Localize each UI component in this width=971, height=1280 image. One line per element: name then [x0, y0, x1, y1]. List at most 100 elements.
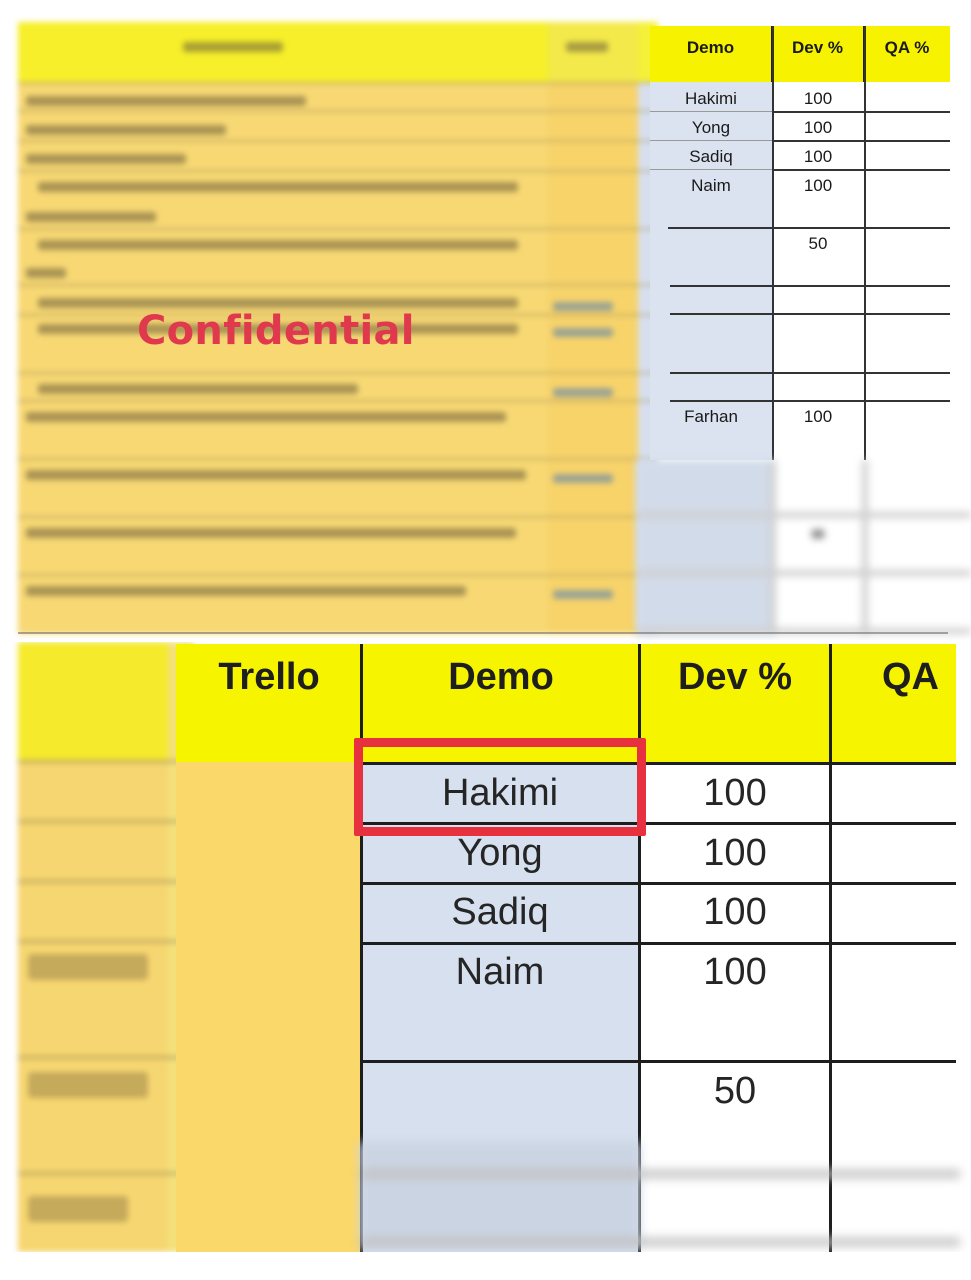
blurred-text — [28, 954, 148, 980]
blurred-text — [38, 384, 358, 394]
row-line — [650, 169, 772, 170]
blurred-row-line — [18, 170, 658, 172]
row-line — [670, 400, 950, 402]
blurred-row-line — [18, 940, 194, 943]
blurred-row-line — [18, 372, 658, 374]
blurred-link — [553, 590, 613, 599]
header-cell-trello: Trello — [176, 644, 362, 762]
top-screenshot-panel: Confidential Demo Dev % QA % Hakimi 100 … — [0, 0, 971, 640]
blurred-text — [26, 586, 466, 596]
blurred-text — [26, 125, 226, 135]
row-line — [772, 169, 950, 171]
blurred-text — [26, 154, 186, 164]
row-line — [362, 882, 956, 885]
blurred-text — [26, 96, 306, 106]
blurred-link — [553, 328, 613, 337]
header-cell-dev: Dev % — [772, 26, 864, 82]
demo-cell: Naim — [691, 176, 731, 195]
blurred-link — [553, 474, 613, 483]
row-line — [650, 140, 772, 141]
demo-cell: Naim — [455, 951, 545, 993]
header-cell-qa: QA — [830, 644, 956, 762]
blurred-text — [26, 470, 526, 480]
bottom-margin — [0, 1252, 971, 1280]
blurred-text — [38, 240, 518, 250]
blurred-column-line — [770, 460, 776, 636]
row-line — [650, 111, 772, 112]
trello-column — [176, 762, 362, 1252]
header-dev-label: Dev % — [791, 38, 844, 57]
blurred-text — [26, 212, 156, 222]
highlight-rectangle — [354, 738, 646, 836]
blurred-row-line — [360, 1170, 960, 1178]
blurred-row-line — [18, 516, 658, 518]
row-line — [670, 285, 950, 287]
blurred-row-line — [18, 820, 194, 823]
header-dev-label: Dev % — [677, 656, 793, 698]
blurred-text — [38, 298, 518, 308]
dev-cell: 50 — [808, 234, 828, 253]
header-cell-dev: Dev % — [640, 644, 830, 762]
blurred-story-column — [18, 760, 168, 1252]
header-qa-label: QA — [882, 656, 939, 698]
blurred-row-line — [18, 110, 658, 112]
blurred-text — [38, 182, 518, 192]
dev-cell: 100 — [803, 147, 833, 166]
blurred-text — [26, 268, 66, 278]
blurred-row-line — [18, 760, 194, 763]
dev-cell: 100 — [703, 891, 767, 933]
demo-cell: Yong — [457, 832, 543, 874]
blurred-value — [812, 530, 824, 538]
dev-cell: 100 — [803, 407, 833, 426]
demo-cell: Hakimi — [685, 89, 737, 108]
dev-cell: 100 — [703, 951, 767, 993]
header-demo-label: Demo — [686, 38, 735, 57]
row-line — [670, 372, 950, 374]
blurred-row-line — [18, 880, 194, 883]
header-cell-qa: QA % — [864, 26, 950, 82]
blurred-header — [18, 22, 548, 82]
blurred-row-line — [18, 1056, 194, 1059]
panel-divider — [18, 632, 948, 634]
blurred-table-bottom — [360, 1142, 960, 1250]
blurred-table-tail — [636, 460, 971, 636]
blurred-text — [183, 42, 283, 52]
header-qa-label: QA % — [884, 38, 930, 57]
blurred-row-line — [18, 82, 658, 84]
blurred-row-line — [18, 400, 658, 402]
blurred-trello-column — [548, 82, 638, 634]
blurred-demo-cells — [636, 460, 772, 636]
row-line — [670, 313, 950, 315]
demo-cell: Farhan — [684, 407, 738, 426]
demo-cell: Sadiq — [451, 891, 549, 933]
blurred-row-line — [360, 1238, 960, 1246]
blurred-row-line — [18, 1172, 194, 1175]
column-divider — [864, 26, 866, 460]
confidential-watermark: Confidential — [137, 308, 415, 354]
row-line — [668, 227, 950, 229]
blurred-link — [553, 388, 613, 397]
blurred-row-line — [636, 512, 971, 518]
dev-cell: 100 — [703, 832, 767, 874]
blurred-row-line — [636, 570, 971, 576]
blurred-left-region — [18, 642, 194, 1252]
dev-cell: 50 — [713, 1070, 757, 1112]
blurred-trello-header — [548, 22, 638, 82]
row-line — [362, 942, 956, 945]
demo-column-shading — [650, 82, 772, 460]
top-demo-table: Demo Dev % QA % Hakimi 100 Yong 100 Sadi… — [650, 26, 950, 460]
blurred-column-line — [862, 460, 868, 636]
dev-cell: 100 — [703, 772, 767, 814]
row-line — [772, 140, 950, 142]
dev-cell: 100 — [803, 118, 833, 137]
blurred-row-line — [18, 574, 658, 576]
demo-cell: Yong — [691, 118, 731, 137]
blurred-text — [28, 1072, 148, 1098]
blurred-text — [26, 528, 516, 538]
blurred-row-line — [18, 140, 658, 142]
row-line — [772, 111, 950, 113]
blurred-header — [18, 642, 168, 760]
header-trello-label: Trello — [218, 656, 320, 698]
blurred-text — [566, 42, 608, 52]
blurred-text — [28, 1196, 128, 1222]
